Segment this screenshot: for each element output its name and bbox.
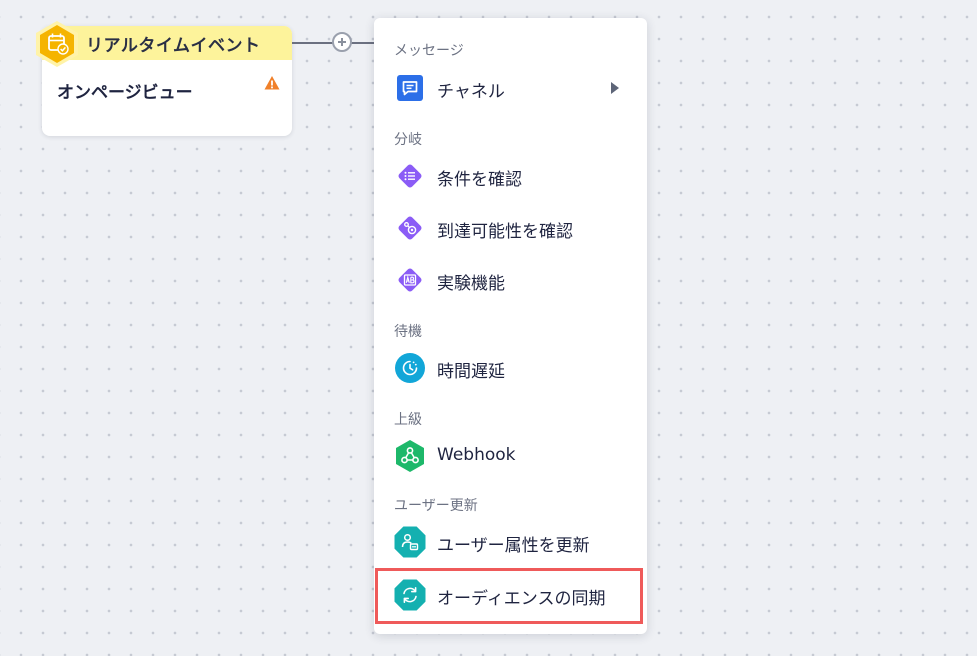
list-diamond-icon bbox=[394, 160, 426, 192]
webhook-icon bbox=[394, 440, 426, 472]
menu-item-webhook[interactable]: Webhook bbox=[374, 434, 647, 478]
trigger-header-label: リアルタイムイベント bbox=[86, 35, 261, 56]
menu-item-check-condition[interactable]: 条件を確認 bbox=[374, 154, 647, 198]
menu-item-time-delay[interactable]: 時間遅延 bbox=[374, 346, 647, 390]
add-step-menu: メッセージ チャネル 分岐 条件を確認 到達可能性を確認 実験機能 待機 時間遅… bbox=[374, 18, 647, 634]
menu-item-sync-audience[interactable]: オーディエンスの同期 bbox=[374, 573, 647, 617]
menu-item-label: オーディエンスの同期 bbox=[437, 589, 606, 609]
section-header-branch: 分岐 bbox=[394, 132, 422, 148]
menu-item-experiment[interactable]: 実験機能 bbox=[374, 258, 647, 302]
calendar-check-icon bbox=[36, 21, 78, 67]
chat-icon bbox=[394, 72, 426, 104]
section-header-advanced: 上級 bbox=[394, 412, 422, 428]
menu-item-label: 時間遅延 bbox=[437, 362, 505, 382]
plus-icon bbox=[338, 38, 346, 46]
menu-item-label: 実験機能 bbox=[437, 274, 505, 294]
menu-item-label: Webhook bbox=[437, 445, 516, 465]
user-attribute-icon bbox=[394, 526, 426, 558]
menu-item-label: チャネル bbox=[437, 82, 505, 102]
menu-item-check-reachability[interactable]: 到達可能性を確認 bbox=[374, 206, 647, 250]
section-header-message: メッセージ bbox=[394, 43, 464, 59]
menu-item-label: 到達可能性を確認 bbox=[437, 222, 573, 242]
menu-item-label: ユーザー属性を更新 bbox=[437, 536, 590, 556]
clock-icon bbox=[394, 352, 426, 384]
menu-item-update-user-attribute[interactable]: ユーザー属性を更新 bbox=[374, 520, 647, 564]
reachability-diamond-icon bbox=[394, 212, 426, 244]
menu-item-channel[interactable]: チャネル bbox=[374, 66, 647, 110]
trigger-subtitle: オンページビュー bbox=[57, 83, 193, 103]
sync-icon bbox=[394, 579, 426, 611]
chevron-right-icon bbox=[611, 82, 619, 94]
menu-item-label: 条件を確認 bbox=[437, 170, 522, 190]
add-step-button[interactable] bbox=[332, 32, 352, 52]
section-header-user-update: ユーザー更新 bbox=[394, 498, 478, 514]
warning-icon bbox=[264, 76, 280, 90]
section-header-wait: 待機 bbox=[394, 324, 422, 340]
ab-test-diamond-icon bbox=[394, 264, 426, 296]
